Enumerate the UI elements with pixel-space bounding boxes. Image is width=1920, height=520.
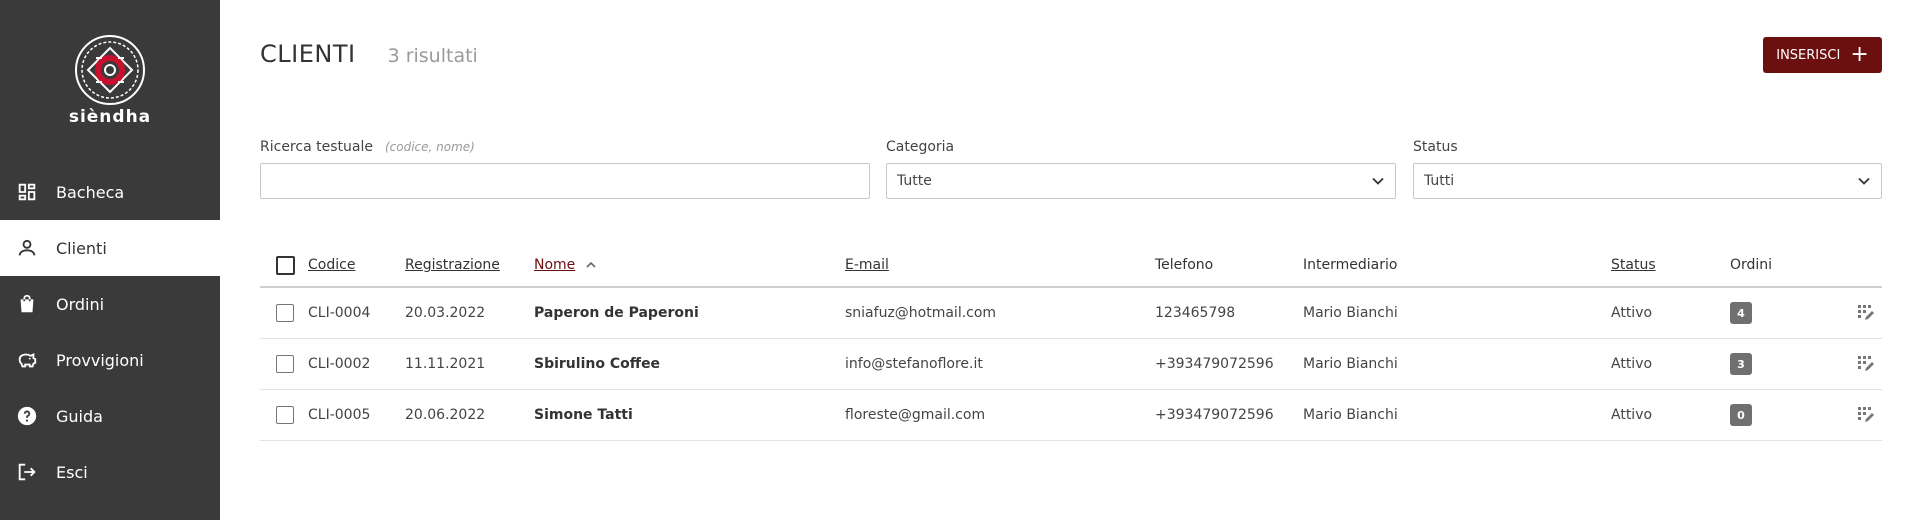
status-select[interactable]: Tutti [1413,163,1882,199]
phone-header-label: Telefono [1155,257,1214,273]
orders-count-badge[interactable]: 3 [1730,353,1752,375]
sidebar-item-label: Esci [56,462,88,482]
cell-phone: +393479072596 [1155,407,1274,423]
chevron-down-icon [1372,177,1384,185]
status-label: Status [1413,139,1458,155]
row-checkbox[interactable] [276,355,294,373]
select-all-cell [276,244,295,286]
cell-intermediary: Mario Bianchi [1303,407,1398,423]
cell-registration: 20.06.2022 [405,407,486,423]
clients-table: Codice Registrazione Nome E-mail Telefon… [260,244,1882,441]
sort-name[interactable]: Nome [534,257,575,273]
sidebar-item-guida[interactable]: Guida [0,388,220,444]
sort-ascending-icon[interactable] [585,259,597,271]
cell-status: Attivo [1611,407,1653,423]
orders-header-label: Ordini [1730,257,1773,273]
edit-icon[interactable] [1856,405,1876,425]
cell-code: CLI-0002 [308,356,371,372]
results-count: 3 risultati [387,45,478,67]
column-header-intermediary: Intermediario [1303,244,1397,286]
cell-registration: 11.11.2021 [405,356,486,372]
orders-count-badge[interactable]: 0 [1730,404,1752,426]
cell-status: Attivo [1611,356,1653,372]
search-filter: Ricerca testuale (codice, nome) [260,137,870,199]
sidebar-item-label: Bacheca [56,182,125,202]
help-icon [16,405,38,427]
cell-phone: +393479072596 [1155,356,1274,372]
table-row[interactable]: CLI-0004 20.03.2022 Paperon de Paperoni … [260,288,1882,339]
cell-email: sniafuz@hotmail.com [845,305,997,321]
edit-icon[interactable] [1856,303,1876,323]
cell-name: Sbirulino Coffee [534,356,661,372]
sort-email[interactable]: E-mail [845,257,889,273]
cell-email: info@stefanoflore.it [845,356,983,372]
select-all-checkbox[interactable] [276,255,295,275]
dashboard-icon [16,181,38,203]
main-content: CLIENTI 3 risultati INSERISCI + Ricerca … [260,0,1882,520]
sidebar-item-provvigioni[interactable]: Provvigioni [0,332,220,388]
page-title: CLIENTI [260,40,356,68]
sidebar-nav: Bacheca Clienti Ordini Provvigioni Guida [0,164,220,500]
sidebar-item-clienti[interactable]: Clienti [0,220,220,276]
row-checkbox[interactable] [276,406,294,424]
orders-count-badge[interactable]: 4 [1730,302,1752,324]
intermediary-header-label: Intermediario [1303,257,1398,273]
search-hint: (codice, nome) [384,140,475,154]
column-header-registration: Registrazione [405,244,500,286]
category-value: Tutte [897,173,932,189]
cell-email: floreste@gmail.com [845,407,986,423]
piggy-bank-icon [16,349,38,371]
brand-logo[interactable]: sièndha [0,34,220,127]
column-header-code: Codice [308,244,355,286]
status-filter: Status Tutti [1413,137,1882,199]
cell-registration: 20.03.2022 [405,305,486,321]
search-input[interactable] [260,163,870,199]
table-header: Codice Registrazione Nome E-mail Telefon… [260,244,1882,288]
insert-button[interactable]: INSERISCI + [1763,37,1882,73]
cell-name: Simone Tatti [534,407,633,423]
cell-code: CLI-0005 [308,407,371,423]
category-filter: Categoria Tutte [886,137,1396,199]
cell-code: CLI-0004 [308,305,371,321]
edit-icon[interactable] [1856,354,1876,374]
sidebar-item-label: Clienti [56,238,107,258]
cell-name: Paperon de Paperoni [534,305,699,321]
column-header-name: Nome [534,244,597,286]
row-checkbox[interactable] [276,304,294,322]
search-label: Ricerca testuale [260,139,373,155]
chevron-down-icon [1858,177,1870,185]
logout-icon [16,461,38,483]
plus-icon: + [1850,42,1869,67]
column-header-orders: Ordini [1730,244,1772,286]
status-value: Tutti [1424,173,1455,189]
sidebar-item-ordini[interactable]: Ordini [0,276,220,332]
category-label: Categoria [886,139,955,155]
siendha-logo-icon [75,35,145,105]
table-row[interactable]: CLI-0005 20.06.2022 Simone Tatti florest… [260,390,1882,441]
sidebar-item-esci[interactable]: Esci [0,444,220,500]
sidebar: sièndha Bacheca Clienti Ordini Provvigio… [0,0,220,520]
page-header: CLIENTI 3 risultati [260,40,478,68]
shopping-bag-icon [16,293,38,315]
cell-status: Attivo [1611,305,1653,321]
column-header-email: E-mail [845,244,889,286]
cell-phone: 123465798 [1155,305,1236,321]
column-header-status: Status [1611,244,1656,286]
cell-intermediary: Mario Bianchi [1303,356,1398,372]
sort-code[interactable]: Codice [308,257,355,273]
sidebar-item-bacheca[interactable]: Bacheca [0,164,220,220]
sort-status[interactable]: Status [1611,257,1656,273]
cell-intermediary: Mario Bianchi [1303,305,1398,321]
sidebar-item-label: Guida [56,406,103,426]
person-icon [16,237,38,259]
sidebar-item-label: Provvigioni [56,350,144,370]
sort-registration[interactable]: Registrazione [405,257,500,273]
column-header-phone: Telefono [1155,244,1213,286]
sidebar-item-label: Ordini [56,294,105,314]
table-row[interactable]: CLI-0002 11.11.2021 Sbirulino Coffee inf… [260,339,1882,390]
insert-button-label: INSERISCI [1776,47,1841,63]
category-select[interactable]: Tutte [886,163,1396,199]
brand-name: sièndha [68,107,152,127]
